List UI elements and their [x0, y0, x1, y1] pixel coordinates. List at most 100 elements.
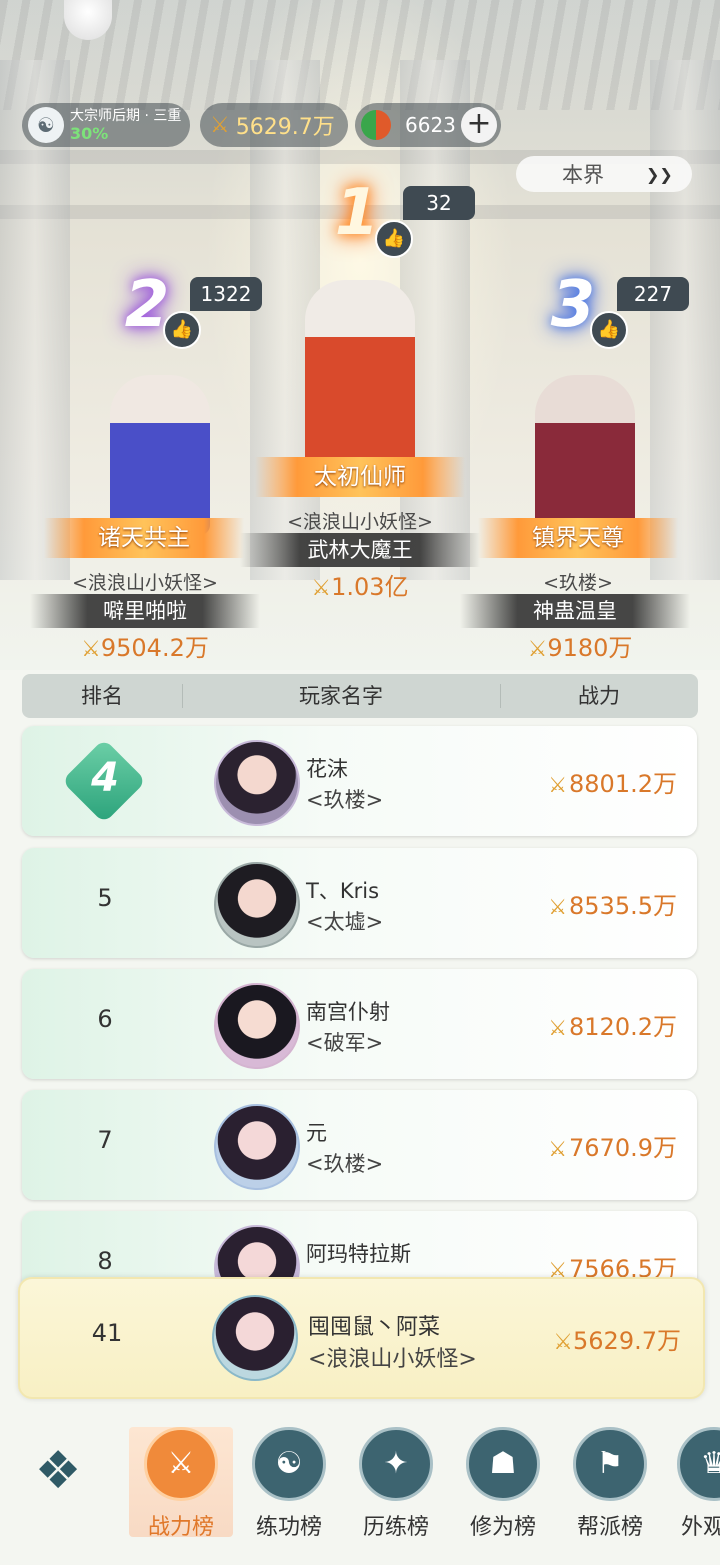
- header-power: 战力: [578, 684, 620, 708]
- realm-avatar-icon: ☯: [28, 107, 64, 143]
- my-power: ⚔5629.7万: [553, 1321, 681, 1356]
- scope-dropdown[interactable]: 本界 ❯❯: [516, 156, 692, 192]
- row-power-value: 8535.5万: [569, 892, 677, 920]
- realm-progress: 30%: [70, 124, 109, 143]
- avatar[interactable]: [214, 983, 300, 1069]
- rank-2-power-value: 9504.2万: [100, 634, 209, 662]
- row-player-name: 花沫: [306, 757, 348, 781]
- pillar-decoration: [650, 60, 720, 580]
- tab-label: 战力榜: [147, 1515, 214, 1540]
- rank-1-power: ⚔1.03亿: [270, 567, 450, 602]
- table-row[interactable]: 4 花沫 <玖楼> ⚔8801.2万: [22, 726, 697, 836]
- crossed-swords-icon: ⚔: [548, 1016, 568, 1040]
- rank-1-like-count: 32: [403, 186, 475, 220]
- player-2-character[interactable]: [110, 375, 210, 535]
- add-currency-button[interactable]: +: [461, 107, 497, 143]
- row-rank: 6: [97, 1005, 113, 1033]
- row-guild: <玖楼>: [306, 788, 384, 812]
- tab-experience-ranking[interactable]: ✦ 历练榜: [344, 1427, 448, 1540]
- row-rank: 7: [97, 1126, 113, 1154]
- row-power: ⚔8535.5万: [548, 886, 677, 921]
- rank-3-title: 镇界天尊: [478, 518, 678, 558]
- crossed-swords-icon: ⚔: [311, 576, 332, 601]
- row-power-value: 7670.9万: [569, 1134, 677, 1162]
- jade-coin-icon: [361, 110, 391, 140]
- crossed-swords-icon: ⚔: [144, 1427, 218, 1501]
- tab-label: 修为榜: [469, 1515, 536, 1540]
- row-power: ⚔8801.2万: [548, 764, 677, 799]
- row-player-name: 阿玛特拉斯: [306, 1242, 411, 1266]
- tab-label: 历练榜: [362, 1515, 429, 1540]
- tab-cultivation-ranking[interactable]: ☗ 修为榜: [451, 1427, 555, 1540]
- row-power-value: 8120.2万: [569, 1013, 677, 1041]
- row-power: ⚔8120.2万: [548, 1007, 677, 1042]
- player-3-character[interactable]: [535, 375, 635, 535]
- my-rank: 41: [91, 1319, 123, 1347]
- rank-2-guild: <浪浪山小妖怪>: [72, 572, 218, 594]
- hat-icon: ☗: [466, 1427, 540, 1501]
- my-player-name: 囤囤鼠丶阿菜: [308, 1315, 441, 1340]
- my-power-value: 5629.7万: [573, 1327, 681, 1355]
- crossed-swords-icon: ⚔: [553, 1330, 574, 1355]
- rank-1-name[interactable]: 武林大魔王: [240, 533, 480, 567]
- rank-1-title: 太初仙师: [255, 457, 465, 497]
- tab-label: 练功榜: [255, 1515, 322, 1540]
- ranking-table-header: 排名 玩家名字 战力: [22, 674, 698, 718]
- table-row[interactable]: 5 T、Kris <太墟> ⚔8535.5万: [22, 848, 697, 958]
- rank-1-like-button[interactable]: 👍: [375, 220, 413, 258]
- rank-2-power: ⚔9504.2万: [55, 628, 235, 663]
- row-rank: 5: [97, 884, 113, 912]
- table-row[interactable]: 7 元 <玖楼> ⚔7670.9万: [22, 1090, 697, 1200]
- avatar[interactable]: [214, 1104, 300, 1190]
- row-power: ⚔7670.9万: [548, 1128, 677, 1163]
- header-rank: 排名: [81, 684, 123, 708]
- avatar[interactable]: [212, 1295, 298, 1381]
- my-rank-row[interactable]: 41 囤囤鼠丶阿菜 <浪浪山小妖怪> ⚔5629.7万: [18, 1277, 705, 1399]
- row-power-value: 8801.2万: [569, 770, 677, 798]
- crossed-swords-icon: ⚔: [527, 637, 548, 662]
- tab-label: 外观: [681, 1515, 720, 1537]
- currency-value: 6623: [405, 113, 456, 137]
- crossed-swords-icon: ⚔: [210, 112, 230, 138]
- player-1-character[interactable]: [305, 280, 415, 470]
- tab-power-ranking[interactable]: ⚔ 战力榜: [129, 1427, 233, 1540]
- rank-1-guild: <浪浪山小妖怪>: [287, 511, 433, 533]
- star-icon: ✦: [359, 1427, 433, 1501]
- rank-1-power-value: 1.03亿: [331, 573, 409, 601]
- tab-label: 帮派榜: [576, 1515, 643, 1540]
- rank-3-like-button[interactable]: 👍: [590, 311, 628, 349]
- power-display: ⚔ 5629.7万: [200, 103, 348, 147]
- crossed-swords-icon: ⚔: [81, 637, 101, 662]
- scope-dropdown-label: 本界: [562, 163, 604, 187]
- banner-icon: ⚑: [573, 1427, 647, 1501]
- currency-display: 6623 +: [355, 103, 501, 147]
- rank-2-like-count: 1322: [190, 277, 262, 311]
- row-guild: <玖楼>: [306, 1152, 384, 1176]
- tab-guild-ranking[interactable]: ⚑ 帮派榜: [558, 1427, 662, 1540]
- header-player-name: 玩家名字: [299, 684, 383, 708]
- costume-icon: ♛: [677, 1427, 720, 1501]
- tab-appearance-ranking[interactable]: ♛ 外观: [665, 1427, 720, 1537]
- menu-grid-icon[interactable]: ❖: [22, 1435, 94, 1507]
- rank-3-name[interactable]: 神蛊温皇: [460, 594, 690, 628]
- row-guild: <太墟>: [306, 910, 384, 934]
- realm-status[interactable]: ☯ 大宗师后期 · 三重 30%: [22, 103, 190, 147]
- realm-label: 大宗师后期 · 三重: [70, 108, 182, 124]
- yin-yang-icon: ☯: [252, 1427, 326, 1501]
- crossed-swords-icon: ⚔: [548, 895, 568, 919]
- rank-2-name[interactable]: 噼里啪啦: [30, 594, 260, 628]
- my-guild: <浪浪山小妖怪>: [308, 1347, 477, 1372]
- rank-3-guild: <玖楼>: [543, 572, 613, 594]
- rank-3-power-value: 9180万: [547, 634, 633, 662]
- avatar[interactable]: [214, 862, 300, 948]
- crossed-swords-icon: ⚔: [548, 1137, 568, 1161]
- table-row[interactable]: 6 南宫仆射 <破军> ⚔8120.2万: [22, 969, 697, 1079]
- tab-training-ranking[interactable]: ☯ 练功榜: [237, 1427, 341, 1540]
- row-player-name: 元: [306, 1121, 327, 1145]
- avatar[interactable]: [214, 740, 300, 826]
- rank-3-like-count: 227: [617, 277, 689, 311]
- chevron-down-icon: ❯❯: [646, 164, 673, 184]
- rank-3-power: ⚔9180万: [490, 628, 670, 663]
- rank-2-like-button[interactable]: 👍: [163, 311, 201, 349]
- power-value: 5629.7万: [235, 115, 335, 140]
